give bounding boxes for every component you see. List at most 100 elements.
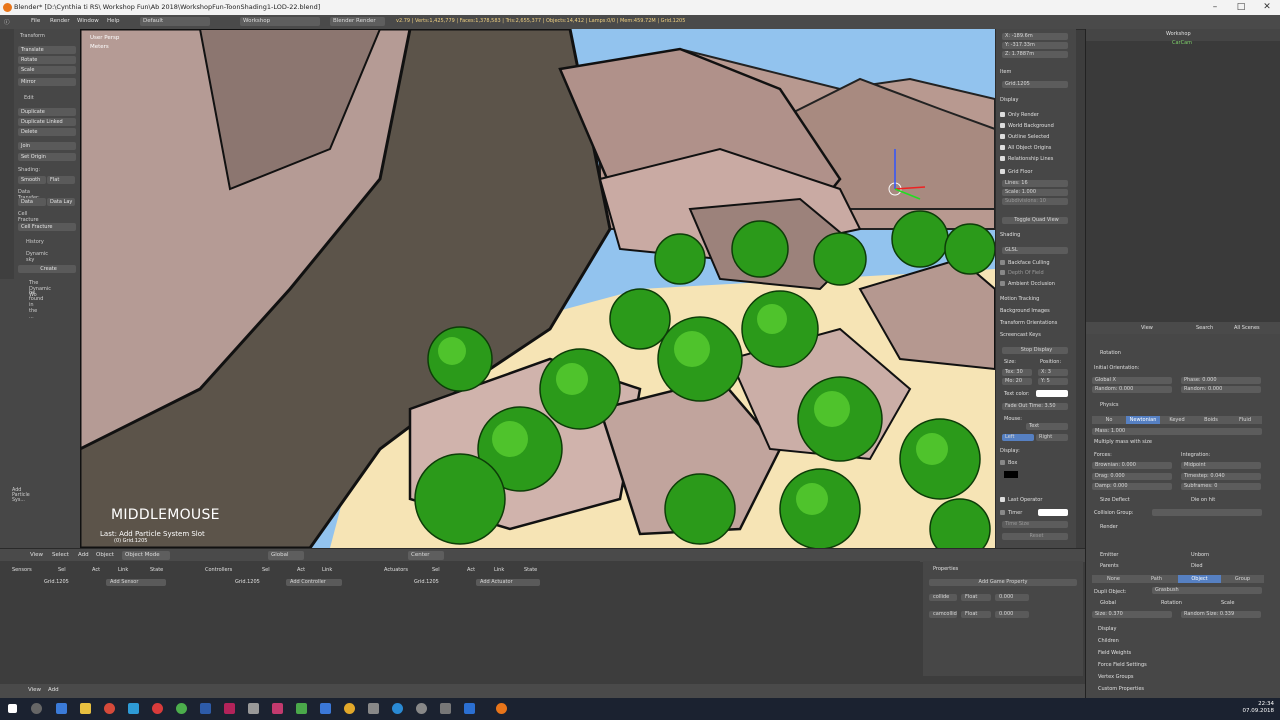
controllers-act[interactable]: Act (297, 567, 305, 573)
prop-menu-view[interactable]: View (1141, 325, 1153, 331)
app-icon-2[interactable] (248, 703, 259, 714)
shading-mode-select[interactable]: GLSL (1002, 247, 1068, 254)
screencast-keys-panel[interactable]: Screencast Keys (1000, 332, 1041, 338)
opera-icon[interactable] (152, 703, 163, 714)
mass-field[interactable]: Mass: 1.000 (1092, 428, 1262, 435)
background-images-panel[interactable]: Background Images (1000, 308, 1050, 314)
photoshop-icon[interactable] (200, 703, 211, 714)
app-icon-11[interactable] (464, 703, 475, 714)
data-button[interactable]: Data (18, 198, 46, 206)
ambient-occlusion-check[interactable]: Ambient Occlusion (1000, 281, 1055, 287)
add-controller-button[interactable]: Add Controller (286, 579, 342, 586)
duplicate-button[interactable]: Duplicate (18, 108, 76, 116)
random-phase-field[interactable]: Random: 0.000 (1181, 386, 1261, 393)
controllers-header[interactable]: Controllers (205, 567, 232, 573)
menu-file[interactable]: File (31, 18, 40, 24)
menu-help[interactable]: Help (107, 18, 120, 24)
field-weights-panel[interactable]: Field Weights (1098, 650, 1131, 656)
data-lay-button[interactable]: Data Lay (47, 198, 75, 206)
pivot-select[interactable]: Center (408, 551, 444, 560)
logic-menu-view[interactable]: View (28, 687, 41, 693)
view3d-menu-add[interactable]: Add (78, 552, 89, 558)
all-object-origins-check[interactable]: All Object Origins (1000, 145, 1051, 151)
died-check[interactable]: Died (1191, 563, 1203, 569)
property-2-name[interactable]: camcollid (929, 611, 957, 618)
only-render-check[interactable]: Only Render (1000, 112, 1039, 118)
outline-selected-check[interactable]: Outline Selected (1000, 134, 1049, 140)
render-object-button[interactable]: Object (1178, 575, 1221, 583)
rotation-panel-header[interactable]: Rotation (1100, 350, 1121, 356)
collision-group-field[interactable] (1152, 509, 1262, 516)
grid-lines-field[interactable]: Lines: 16 (1002, 180, 1068, 187)
controllers-link[interactable]: Link (322, 567, 332, 573)
layout-selector[interactable]: Default (140, 17, 210, 26)
dupli-object-field[interactable]: Grasbush (1152, 587, 1262, 594)
menu-window[interactable]: Window (77, 18, 99, 24)
maximize-button[interactable]: □ (1228, 0, 1254, 15)
text-size-field[interactable]: Tex: 30 (1002, 369, 1032, 376)
physics-newtonian-button[interactable]: Newtonian (1126, 416, 1160, 424)
unborn-check[interactable]: Unborn (1191, 552, 1209, 558)
children-panel[interactable]: Children (1098, 638, 1119, 644)
render-path-button[interactable]: Path (1135, 575, 1178, 583)
box-color-swatch[interactable] (1004, 471, 1018, 478)
history-panel-header[interactable]: History (26, 239, 44, 245)
info-editor-type-icon[interactable]: ⓘ (4, 18, 10, 26)
sensors-header[interactable]: Sensors (12, 567, 32, 573)
property-2-type[interactable]: Float (961, 611, 991, 618)
grid-subdivisions-field[interactable]: Subdivisions: 10 (1002, 198, 1068, 205)
random-size-field[interactable]: Random Size: 0.339 (1181, 611, 1261, 618)
property-1-value[interactable]: 0.000 (995, 594, 1029, 601)
physics-fluid-button[interactable]: Fluid (1228, 416, 1262, 424)
view3d-menu-select[interactable]: Select (52, 552, 69, 558)
minimize-button[interactable]: – (1202, 0, 1228, 15)
app-icon-7[interactable] (368, 703, 379, 714)
relationship-lines-check[interactable]: Relationship Lines (1000, 156, 1053, 162)
reset-button[interactable]: Reset (1002, 533, 1068, 540)
timestep-field[interactable]: Timestep: 0.040 (1181, 473, 1261, 480)
flat-button[interactable]: Flat (47, 176, 75, 184)
initial-orientation-select[interactable]: Global X (1092, 377, 1172, 384)
physics-keyed-button[interactable]: Keyed (1160, 416, 1194, 424)
search-icon[interactable] (31, 703, 42, 714)
close-button[interactable]: ✕ (1254, 0, 1280, 15)
physics-panel-header[interactable]: Physics (1100, 402, 1119, 408)
sensors-act[interactable]: Act (92, 567, 100, 573)
mouse-mode-select[interactable]: Text (1026, 423, 1068, 430)
timer-check[interactable]: Timer (1000, 510, 1022, 516)
mouse-size-field[interactable]: Mo: 20 (1002, 378, 1032, 385)
grid-scale-field[interactable]: Scale: 1.000 (1002, 189, 1068, 196)
location-x-field[interactable]: X: -189.6m (1002, 33, 1068, 40)
edit-panel-header[interactable]: Edit (24, 95, 34, 101)
die-on-hit-check[interactable]: Die on hit (1191, 497, 1215, 503)
display-panel-header[interactable]: Display (1000, 97, 1018, 103)
timer-color-swatch[interactable] (1038, 509, 1068, 516)
location-z-field[interactable]: Z: 1.7887m (1002, 51, 1068, 58)
last-operator-check[interactable]: Last Operator (1000, 497, 1042, 503)
text-color-swatch[interactable] (1036, 390, 1068, 397)
prop-menu-search[interactable]: Search (1196, 325, 1213, 331)
actuators-state[interactable]: State (524, 567, 537, 573)
interaction-mode-select[interactable]: Object Mode (122, 551, 170, 560)
menu-render[interactable]: Render (50, 18, 70, 24)
global-check[interactable]: Global (1100, 600, 1116, 606)
size-field[interactable]: Size: 0.370 (1092, 611, 1172, 618)
emitter-check[interactable]: Emitter (1100, 552, 1118, 558)
property-2-value[interactable]: 0.000 (995, 611, 1029, 618)
browser-icon[interactable] (104, 703, 115, 714)
render-panel-header[interactable]: Render (1100, 524, 1118, 530)
app-icon-5[interactable] (320, 703, 331, 714)
delete-button[interactable]: Delete (18, 128, 76, 136)
duplicate-linked-button[interactable]: Duplicate Linked (18, 118, 76, 126)
app-icon[interactable] (128, 703, 139, 714)
app-icon-10[interactable] (440, 703, 451, 714)
transform-orientation-select[interactable]: Global (268, 551, 304, 560)
drag-field[interactable]: Drag: 0.000 (1092, 473, 1172, 480)
scale-check[interactable]: Scale (1221, 600, 1234, 606)
sensors-sel[interactable]: Sel (58, 567, 66, 573)
file-explorer-icon[interactable] (80, 703, 91, 714)
app-icon-8[interactable] (392, 703, 403, 714)
rotate-button[interactable]: Rotate (18, 56, 76, 64)
size-deflect-check[interactable]: Size Deflect (1100, 497, 1130, 503)
item-panel-header[interactable]: Item (1000, 69, 1011, 75)
